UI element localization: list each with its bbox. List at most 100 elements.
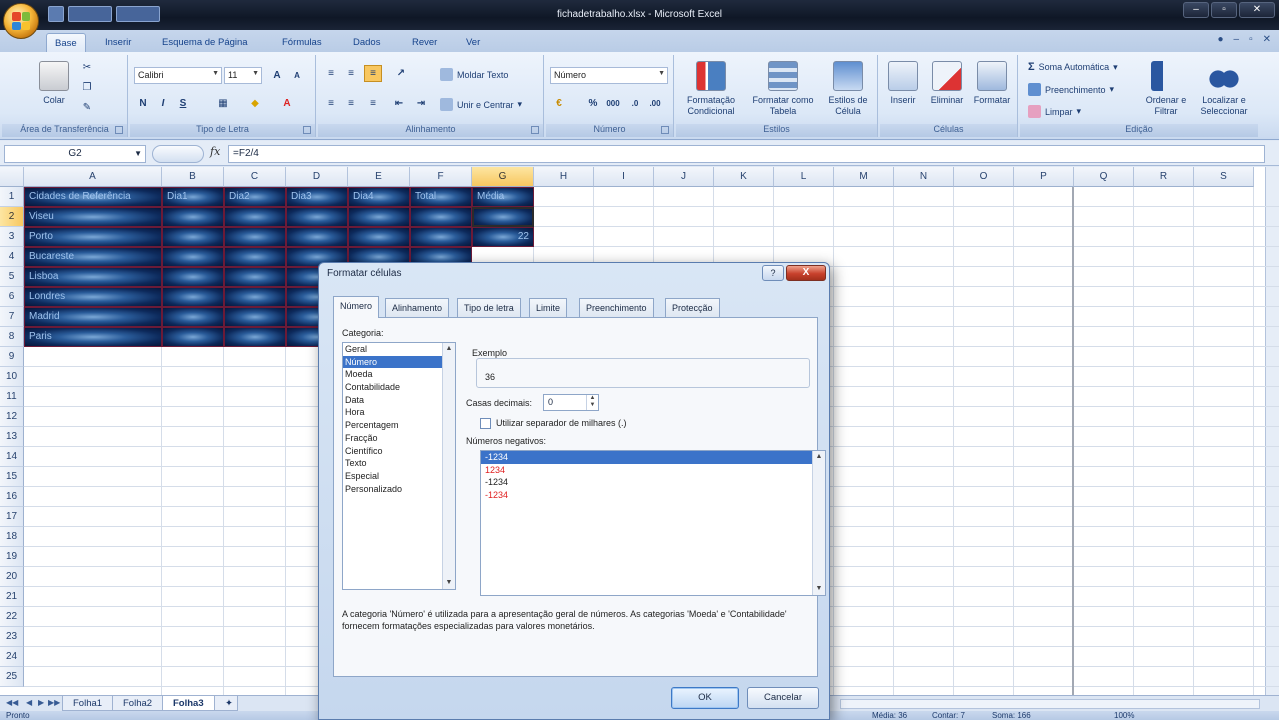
scroll-down-icon[interactable]: ▼ xyxy=(443,577,455,589)
column-header-n[interactable]: N xyxy=(894,167,954,187)
sheet-tab-folha1[interactable]: Folha1 xyxy=(62,696,114,711)
insert-cells-button[interactable]: Inserir xyxy=(882,57,924,106)
negative-format-item[interactable]: -1234 xyxy=(481,489,825,502)
column-header-k[interactable]: K xyxy=(714,167,774,187)
negative-format-item[interactable]: 1234 xyxy=(481,464,825,477)
negative-list-scrollbar[interactable]: ▲ ▼ xyxy=(812,451,825,595)
dialog-tab-preenchimento[interactable]: Preenchimento xyxy=(579,298,654,318)
header-cell[interactable]: Total xyxy=(410,187,472,207)
maximize-icon[interactable]: ▫ xyxy=(1211,2,1237,18)
wrap-text-button[interactable]: Moldar Texto xyxy=(440,68,508,81)
value-cell[interactable] xyxy=(410,227,472,247)
column-header-h[interactable]: H xyxy=(534,167,594,187)
category-item[interactable]: Contabilidade xyxy=(343,381,455,394)
city-cell[interactable]: Paris xyxy=(24,327,162,347)
row-header-14[interactable]: 14 xyxy=(0,447,24,467)
value-cell[interactable] xyxy=(224,287,286,307)
tab-base[interactable]: Base xyxy=(46,33,86,52)
cancel-button[interactable]: Cancelar xyxy=(747,687,819,709)
column-header-l[interactable]: L xyxy=(774,167,834,187)
thousands-icon[interactable]: 000 xyxy=(604,95,622,112)
align-middle-icon[interactable]: ≡ xyxy=(342,65,360,82)
value-cell[interactable] xyxy=(162,287,224,307)
city-cell[interactable]: Lisboa xyxy=(24,267,162,287)
category-item[interactable]: Percentagem xyxy=(343,419,455,432)
row-header-25[interactable]: 25 xyxy=(0,667,24,687)
city-cell[interactable]: Viseu xyxy=(24,207,162,227)
horizontal-scrollbar[interactable] xyxy=(840,699,1260,709)
city-cell[interactable]: Bucareste xyxy=(24,247,162,267)
row-header-2[interactable]: 2 xyxy=(0,207,24,227)
city-cell[interactable]: Londres xyxy=(24,287,162,307)
fill-button[interactable]: Preenchimento ▾ xyxy=(1028,83,1114,96)
format-painter-icon[interactable]: ✎ xyxy=(78,99,96,116)
value-cell[interactable] xyxy=(224,227,286,247)
align-right-icon[interactable]: ≡ xyxy=(364,95,382,112)
value-cell[interactable] xyxy=(224,307,286,327)
increase-decimal-icon[interactable]: .0 xyxy=(626,95,644,112)
sort-filter-button[interactable]: Ordenar e Filtrar xyxy=(1140,57,1192,117)
insert-function-icon[interactable]: fx xyxy=(210,145,220,158)
underline-icon[interactable]: S xyxy=(174,95,192,112)
close-window-icon[interactable]: ✕ xyxy=(1239,2,1275,18)
header-cell[interactable]: Dia1 xyxy=(162,187,224,207)
first-sheet-icon[interactable]: ◀◀ xyxy=(6,698,18,707)
zoom-level[interactable]: 100% xyxy=(1114,711,1134,720)
negative-format-item[interactable]: -1234 xyxy=(481,451,825,464)
delete-cells-button[interactable]: Eliminar xyxy=(926,57,968,106)
value-cell[interactable] xyxy=(162,247,224,267)
dialog-tab-proteccao[interactable]: Protecção xyxy=(665,298,720,318)
city-cell[interactable]: Madrid xyxy=(24,307,162,327)
city-cell[interactable]: Porto xyxy=(24,227,162,247)
tab-ver[interactable]: Ver xyxy=(458,33,488,52)
ribbon-minimize-icon[interactable]: – xyxy=(1234,34,1240,45)
cell-styles-button[interactable]: Estilos de Célula xyxy=(822,57,874,117)
row-header-23[interactable]: 23 xyxy=(0,627,24,647)
column-header-m[interactable]: M xyxy=(834,167,894,187)
decrease-decimal-icon[interactable]: .00 xyxy=(646,95,664,112)
column-header-i[interactable]: I xyxy=(594,167,654,187)
insert-sheet-icon[interactable]: ✦ xyxy=(214,696,238,711)
row-header-7[interactable]: 7 xyxy=(0,307,24,327)
value-cell[interactable] xyxy=(348,207,410,227)
scroll-up-icon[interactable]: ▲ xyxy=(813,451,825,463)
column-header-s[interactable]: S xyxy=(1194,167,1254,187)
value-cell[interactable] xyxy=(162,327,224,347)
value-cell[interactable] xyxy=(162,307,224,327)
value-cell[interactable] xyxy=(224,207,286,227)
align-top-icon[interactable]: ≡ xyxy=(322,65,340,82)
value-cell[interactable] xyxy=(286,227,348,247)
find-select-button[interactable]: Localizar e Seleccionar xyxy=(1192,57,1256,117)
cut-icon[interactable]: ✂ xyxy=(78,59,96,76)
align-bottom-icon[interactable]: ≡ xyxy=(364,65,382,82)
row-header-8[interactable]: 8 xyxy=(0,327,24,347)
category-item[interactable]: Especial xyxy=(343,470,455,483)
category-item[interactable]: Fracção xyxy=(343,432,455,445)
decimals-spinner[interactable]: 0 ▲ ▼ xyxy=(543,394,599,411)
thousands-separator-checkbox[interactable] xyxy=(480,418,491,429)
row-header-9[interactable]: 9 xyxy=(0,347,24,367)
scroll-down-icon[interactable]: ▼ xyxy=(813,583,825,595)
dialog-close-icon[interactable]: X xyxy=(786,265,826,281)
clear-button[interactable]: Limpar ▾ xyxy=(1028,105,1081,118)
next-sheet-icon[interactable]: ▶ xyxy=(38,698,44,707)
number-dialog-launcher-icon[interactable] xyxy=(661,126,669,134)
column-header-p[interactable]: P xyxy=(1014,167,1074,187)
row-header-22[interactable]: 22 xyxy=(0,607,24,627)
row-header-3[interactable]: 3 xyxy=(0,227,24,247)
ribbon-close-icon[interactable]: ✕ xyxy=(1263,34,1271,45)
fill-color-icon[interactable]: ◆ xyxy=(246,95,264,112)
value-cell[interactable] xyxy=(410,207,472,227)
tab-rever[interactable]: Rever xyxy=(404,33,445,52)
paste-button[interactable]: Colar xyxy=(32,57,76,106)
row-header-19[interactable]: 19 xyxy=(0,547,24,567)
select-all-corner[interactable] xyxy=(0,167,24,187)
office-button[interactable] xyxy=(3,3,39,39)
font-name-combo[interactable]: Calibri ▼ xyxy=(134,67,222,84)
category-item[interactable]: Data xyxy=(343,394,455,407)
number-format-combo[interactable]: Número ▼ xyxy=(550,67,668,84)
tab-esquema-de-pagina[interactable]: Esquema de Página xyxy=(154,33,256,52)
row-header-21[interactable]: 21 xyxy=(0,587,24,607)
bold-icon[interactable]: N xyxy=(134,95,152,112)
column-header-a[interactable]: A xyxy=(24,167,162,187)
